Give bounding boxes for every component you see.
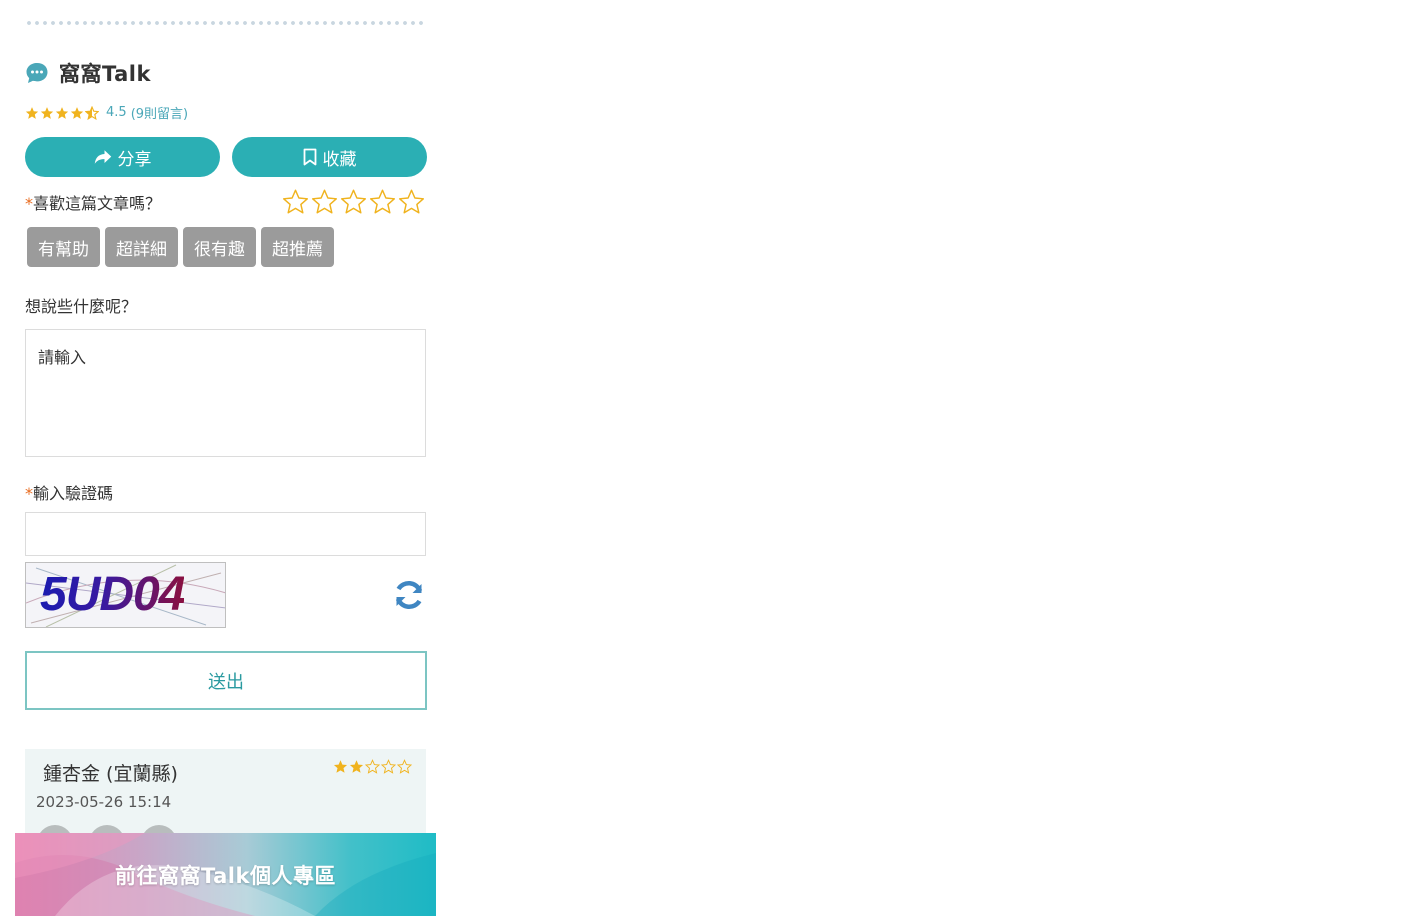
dotted-divider [25, 20, 427, 26]
star-filled-icon [70, 106, 84, 119]
section-title: 窩窩Talk [59, 62, 151, 86]
star-outline-icon[interactable] [369, 188, 396, 215]
rating-stars [25, 105, 99, 120]
star-filled-icon [25, 106, 39, 119]
rating-count: (9則留言) [130, 107, 189, 122]
star-filled-icon [349, 760, 364, 773]
star-outline-icon[interactable] [398, 188, 425, 215]
share-arrow-icon [94, 150, 111, 164]
comment-textarea[interactable] [25, 329, 426, 457]
refresh-captcha-button[interactable] [392, 578, 426, 612]
rating-score: 4.5 [106, 105, 127, 120]
star-outline-icon [381, 759, 396, 774]
captcha-input[interactable] [25, 512, 426, 556]
star-outline-icon [365, 759, 380, 774]
star-outline-icon [397, 759, 412, 774]
feedback-tags: 有幫助 超詳細 很有趣 超推薦 [27, 227, 334, 267]
star-outline-icon[interactable] [282, 188, 309, 215]
captcha-image: 5UD04 [25, 562, 226, 628]
submit-button[interactable]: 送出 [25, 651, 427, 710]
star-outline-icon[interactable] [340, 188, 367, 215]
save-button[interactable]: 收藏 [232, 137, 427, 177]
save-label: 收藏 [322, 149, 357, 170]
refresh-icon [395, 581, 423, 609]
comment-label: 想說些什麼呢？ [25, 297, 138, 316]
personal-zone-banner[interactable]: 前往窩窩Talk個人專區 [15, 833, 436, 916]
tag-detailed[interactable]: 超詳細 [105, 227, 178, 267]
action-buttons: 分享 收藏 [25, 137, 427, 177]
star-half-icon [85, 105, 99, 120]
share-button[interactable]: 分享 [25, 137, 220, 177]
star-filled-icon [55, 106, 69, 119]
rating-summary: 4.5 (9則留言) [25, 103, 188, 122]
article-rating-input[interactable] [282, 188, 425, 215]
star-filled-icon [333, 760, 348, 773]
star-filled-icon [40, 106, 54, 119]
captcha-label: *輸入驗證碼 [25, 484, 114, 503]
banner-label: 前往窩窩Talk個人專區 [115, 863, 336, 888]
bookmark-icon [303, 148, 316, 166]
reviewer-name: 鍾杏金 (宜蘭縣) [43, 763, 178, 785]
star-outline-icon[interactable] [311, 188, 338, 215]
chat-bubble-icon [25, 61, 49, 85]
tag-helpful[interactable]: 有幫助 [27, 227, 100, 267]
review-stars [333, 759, 412, 774]
review-date: 2023-05-26 15:14 [36, 793, 172, 811]
like-row: *喜歡這篇文章嗎？ [25, 188, 427, 215]
like-question: *喜歡這篇文章嗎？ [25, 193, 162, 213]
section-header: 窩窩Talk [25, 58, 151, 88]
share-label: 分享 [117, 149, 152, 170]
captcha-text: 5UD04 [40, 568, 185, 621]
tag-recommend[interactable]: 超推薦 [261, 227, 334, 267]
tag-interesting[interactable]: 很有趣 [183, 227, 256, 267]
